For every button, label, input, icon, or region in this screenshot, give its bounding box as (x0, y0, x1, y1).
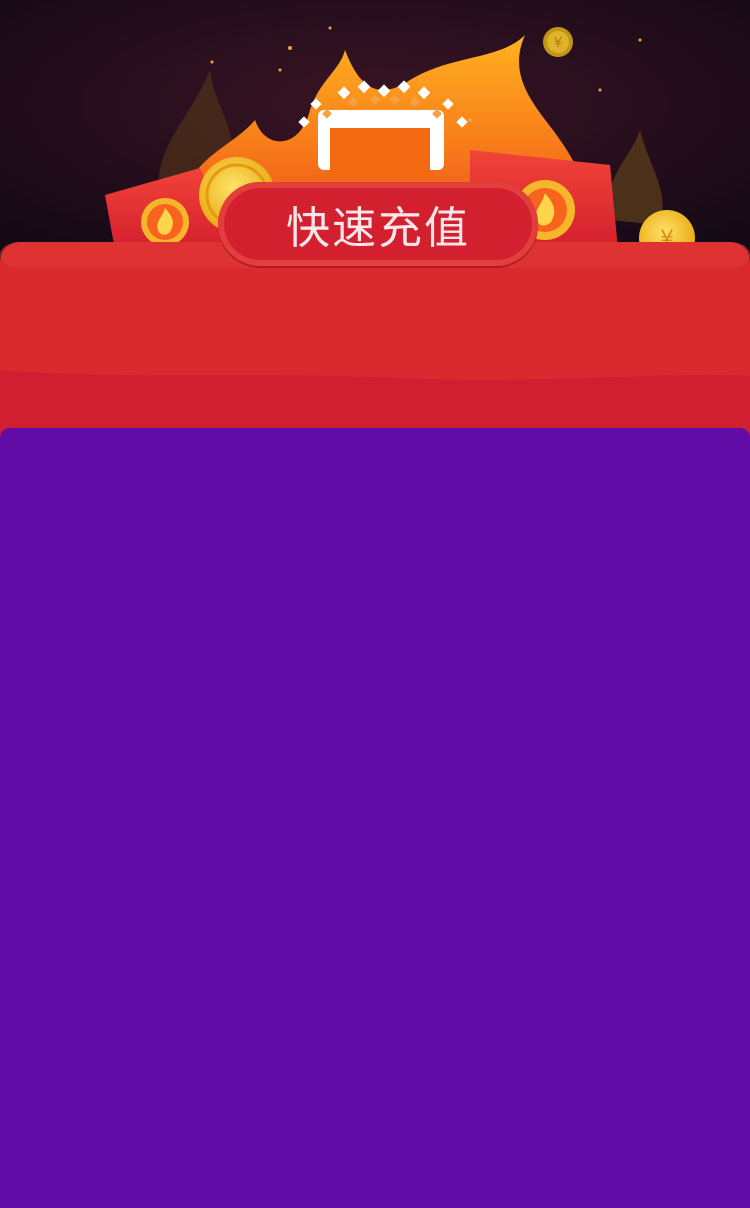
recharge-page: ¥ ¥ 快速充值 (0, 0, 750, 1208)
content-panel (0, 428, 750, 1208)
header-banner: ¥ ¥ 快速充值 (0, 0, 750, 440)
svg-text:¥: ¥ (554, 36, 562, 51)
page-title: 快速充值 (218, 182, 538, 266)
coin-icon: ¥ (543, 27, 573, 57)
page-title-label: 快速充值 (286, 203, 470, 254)
